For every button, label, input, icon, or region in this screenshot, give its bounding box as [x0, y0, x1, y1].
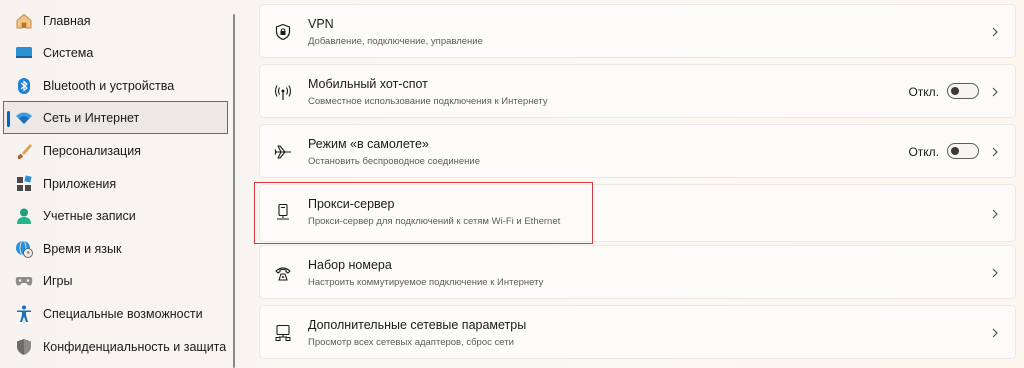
card-subtitle: Совместное использование подключения к И… [308, 96, 548, 107]
card-vpn[interactable]: VPN Добавление, подключение, управление [259, 4, 1016, 58]
chevron-right-icon [992, 268, 998, 278]
sidebar-item-bluetooth[interactable]: Bluetooth и устройства [4, 70, 228, 102]
settings-window: Главная Система Bluetooth и устройства С… [0, 0, 1024, 368]
sidebar-item-label: Учетные записи [43, 209, 136, 223]
card-airplane-mode[interactable]: Режим «в самолете» Остановить беспроводн… [259, 124, 1016, 178]
card-subtitle: Прокси-сервер для подключений к сетям Wi… [308, 216, 561, 227]
chevron-right-icon [992, 27, 998, 37]
vpn-shield-icon [274, 23, 292, 41]
sidebar-item-system[interactable]: Система [4, 37, 228, 69]
hotspot-icon [274, 83, 292, 101]
sidebar-item-label: Приложения [43, 177, 117, 191]
card-subtitle: Добавление, подключение, управление [308, 36, 483, 47]
sidebar-item-privacy[interactable]: Конфиденциальность и защита [4, 331, 228, 363]
system-icon [15, 44, 33, 62]
card-subtitle: Просмотр всех сетевых адаптеров, сброс с… [308, 337, 514, 348]
accessibility-icon [15, 305, 33, 323]
chevron-right-icon [992, 209, 998, 219]
toggle-knob [951, 147, 959, 155]
chevron-right-icon [992, 147, 998, 157]
chevron-right-icon [992, 328, 998, 338]
card-title: Набор номера [308, 258, 392, 272]
bluetooth-icon [15, 77, 33, 95]
shield-icon [15, 338, 33, 356]
card-proxy[interactable]: Прокси-сервер Прокси-сервер для подключе… [259, 184, 1016, 242]
card-subtitle: Настроить коммутируемое подключение к Ин… [308, 277, 544, 288]
sidebar-item-label: Система [43, 46, 94, 60]
home-icon [15, 12, 33, 30]
sidebar-item-label: Сеть и Интернет [43, 111, 140, 125]
globe-clock-icon [15, 240, 33, 258]
apps-icon [15, 175, 33, 193]
sidebar-item-label: Конфиденциальность и защита [43, 340, 227, 354]
airplane-toggle[interactable] [947, 143, 979, 159]
card-title: Прокси-сервер [308, 197, 395, 211]
person-icon [15, 207, 33, 225]
sidebar-item-gaming[interactable]: Игры [4, 265, 228, 297]
sidebar-item-accessibility[interactable]: Специальные возможности [4, 298, 228, 330]
dialup-icon [274, 264, 292, 282]
sidebar-item-label: Персонализация [43, 144, 141, 158]
sidebar-item-network[interactable]: Сеть и Интернет [4, 102, 228, 134]
brush-icon [15, 142, 33, 160]
sidebar-item-label: Специальные возможности [43, 307, 203, 321]
sidebar-item-apps[interactable]: Приложения [4, 168, 228, 200]
toggle-knob [951, 87, 959, 95]
card-subtitle: Остановить беспроводное соединение [308, 156, 481, 167]
gamepad-icon [15, 272, 33, 290]
card-dial-up[interactable]: Набор номера Настроить коммутируемое под… [259, 245, 1016, 299]
card-mobile-hotspot[interactable]: Мобильный хот-спот Совместное использова… [259, 64, 1016, 118]
sidebar-item-personalization[interactable]: Персонализация [4, 135, 228, 167]
sidebar-divider [233, 14, 235, 368]
sidebar-item-label: Главная [43, 14, 91, 28]
wifi-icon [15, 109, 33, 127]
toggle-state-label: Откл. [908, 145, 939, 159]
sidebar-item-label: Игры [43, 274, 73, 288]
card-title: Мобильный хот-спот [308, 77, 428, 91]
network-pc-icon [274, 324, 292, 342]
sidebar-item-accounts[interactable]: Учетные записи [4, 200, 228, 232]
hotspot-toggle[interactable] [947, 83, 979, 99]
card-title: Дополнительные сетевые параметры [308, 318, 527, 332]
toggle-state-label: Откл. [908, 85, 939, 99]
sidebar-item-label: Время и язык [43, 242, 122, 256]
card-advanced-network[interactable]: Дополнительные сетевые параметры Просмот… [259, 305, 1016, 359]
sidebar-item-time-language[interactable]: Время и язык [4, 233, 228, 265]
proxy-icon [274, 203, 292, 221]
sidebar-item-label: Bluetooth и устройства [43, 79, 175, 93]
card-title: VPN [308, 17, 334, 31]
chevron-right-icon [992, 87, 998, 97]
airplane-icon [274, 143, 292, 161]
card-title: Режим «в самолете» [308, 137, 429, 151]
sidebar: Главная Система Bluetooth и устройства С… [0, 0, 234, 368]
sidebar-item-home[interactable]: Главная [4, 5, 228, 37]
